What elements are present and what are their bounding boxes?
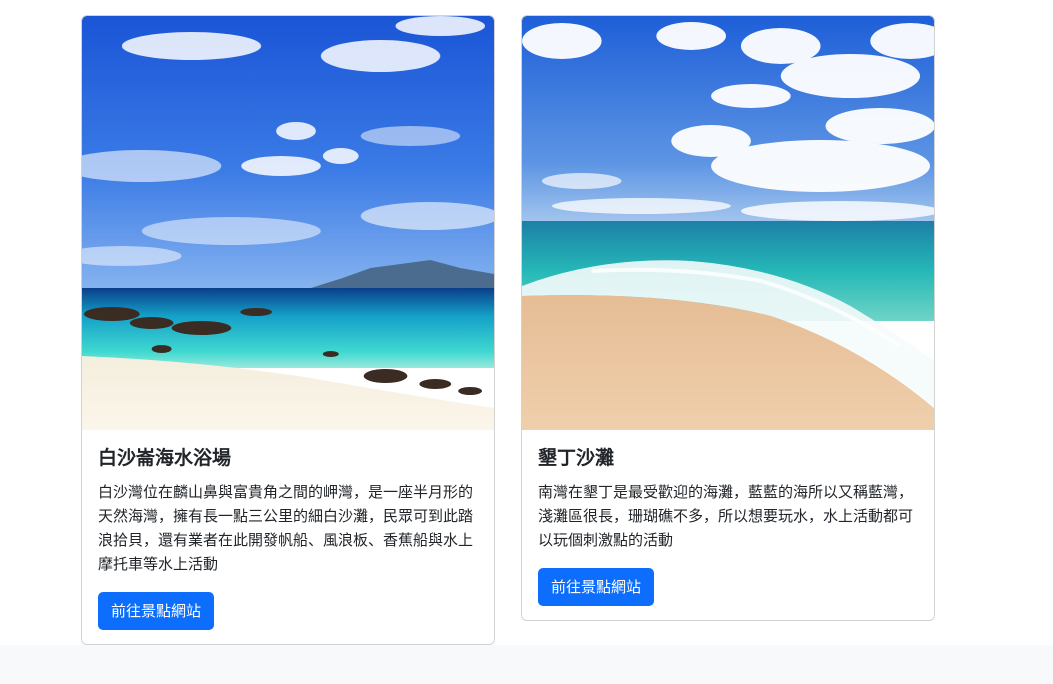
card-description: 白沙灣位在麟山鼻與富貴角之間的岬灣，是一座半月形的天然海灣，擁有長一點三公里的細… xyxy=(98,483,474,573)
card-title: 白沙崙海水浴場 xyxy=(98,447,232,469)
card-title: 墾丁沙灘 xyxy=(538,447,615,469)
card-body: 墾丁沙灘 南灣在墾丁是最受歡迎的海灘，藍藍的海所以又稱藍灣，淺灘區很長，珊瑚礁不… xyxy=(522,430,934,620)
card-description: 南灣在墾丁是最受歡迎的海灘，藍藍的海所以又稱藍灣，淺灘區很長，珊瑚礁不多，所以想… xyxy=(538,483,914,549)
visit-website-button[interactable]: 前往景點網站 xyxy=(538,568,655,606)
card-image-beach-2 xyxy=(522,16,934,430)
footer xyxy=(0,645,1053,684)
page: 白沙崙海水浴場 白沙灣位在麟山鼻與富貴角之間的岬灣，是一座半月形的天然海灣，擁有… xyxy=(0,0,1053,684)
card-body: 白沙崙海水浴場 白沙灣位在麟山鼻與富貴角之間的岬灣，是一座半月形的天然海灣，擁有… xyxy=(82,430,494,644)
attraction-card-baishawan: 白沙崙海水浴場 白沙灣位在麟山鼻與富貴角之間的岬灣，是一座半月形的天然海灣，擁有… xyxy=(81,15,495,645)
card-image-beach-1 xyxy=(82,16,494,430)
attraction-card-kenting: 墾丁沙灘 南灣在墾丁是最受歡迎的海灘，藍藍的海所以又稱藍灣，淺灘區很長，珊瑚礁不… xyxy=(521,15,935,621)
visit-website-button[interactable]: 前往景點網站 xyxy=(98,592,215,630)
